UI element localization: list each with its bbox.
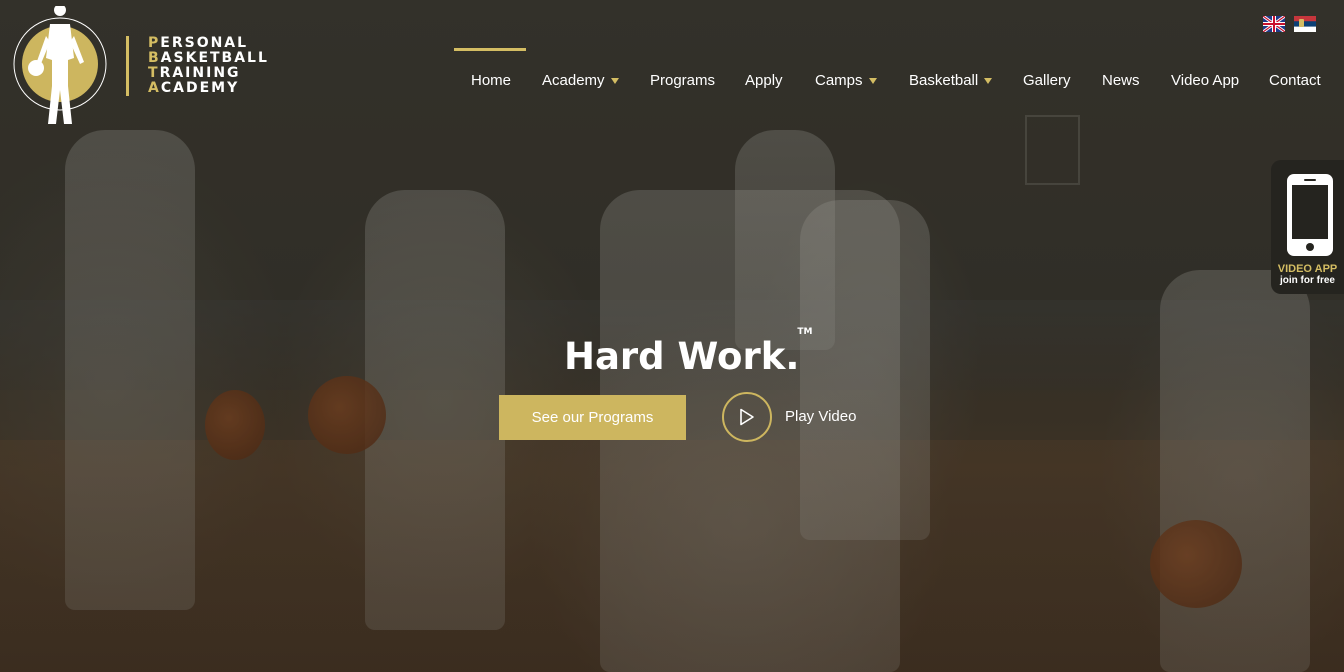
- video-app-subtitle: join for free: [1279, 275, 1335, 286]
- nav-item-label: Video App: [1171, 72, 1240, 89]
- nav-item-label: Home: [471, 72, 512, 89]
- nav-item-contact[interactable]: Contact: [1269, 72, 1321, 89]
- nav-item-label: Academy: [542, 72, 605, 89]
- caret-down-icon: [610, 77, 619, 84]
- nav-item-label: News: [1102, 72, 1140, 89]
- nav-item-apply[interactable]: Apply: [745, 72, 783, 89]
- see-programs-label: See our Programs: [531, 409, 654, 426]
- video-app-title: VIDEO APP: [1277, 263, 1338, 275]
- serbia-flag-icon[interactable]: [1294, 16, 1316, 32]
- see-programs-button[interactable]: See our Programs: [499, 395, 686, 440]
- play-video-label[interactable]: Play Video: [785, 408, 856, 425]
- hero-title-text: Hard Work.: [564, 335, 800, 378]
- nav-item-news[interactable]: News: [1102, 72, 1140, 89]
- nav-item-programs[interactable]: Programs: [650, 72, 715, 89]
- trademark-mark: TM: [797, 326, 813, 337]
- uk-flag-icon[interactable]: [1263, 16, 1285, 32]
- smartphone-icon: [1287, 174, 1333, 256]
- caret-down-icon: [868, 77, 877, 84]
- nav-item-academy[interactable]: Academy: [542, 72, 619, 89]
- nav-item-label: Programs: [650, 72, 716, 89]
- nav-item-label: Contact: [1269, 72, 1321, 89]
- play-icon: [740, 408, 754, 426]
- hero-title: Hard Work.TM: [564, 327, 812, 378]
- nav-item-home[interactable]: Home: [471, 72, 511, 89]
- uk-flag-graphic: [1263, 16, 1285, 32]
- nav-item-label: Gallery: [1023, 72, 1071, 89]
- nav-item-label: Apply: [745, 72, 783, 89]
- main-navigation: Home Academy Programs Apply Camps Basket…: [0, 0, 1344, 100]
- nav-item-camps[interactable]: Camps: [815, 72, 877, 89]
- nav-item-label: Basketball: [909, 72, 979, 89]
- nav-item-video-app[interactable]: Video App: [1171, 72, 1239, 89]
- nav-item-basketball[interactable]: Basketball: [909, 72, 993, 89]
- nav-active-indicator: [454, 48, 526, 51]
- play-video-button[interactable]: [722, 392, 772, 442]
- caret-down-icon: [984, 77, 993, 84]
- nav-item-gallery[interactable]: Gallery: [1023, 72, 1071, 89]
- serbia-flag-graphic: [1294, 16, 1316, 32]
- video-app-label[interactable]: VIDEO APP join for free: [1271, 263, 1344, 287]
- nav-item-label: Camps: [815, 72, 863, 89]
